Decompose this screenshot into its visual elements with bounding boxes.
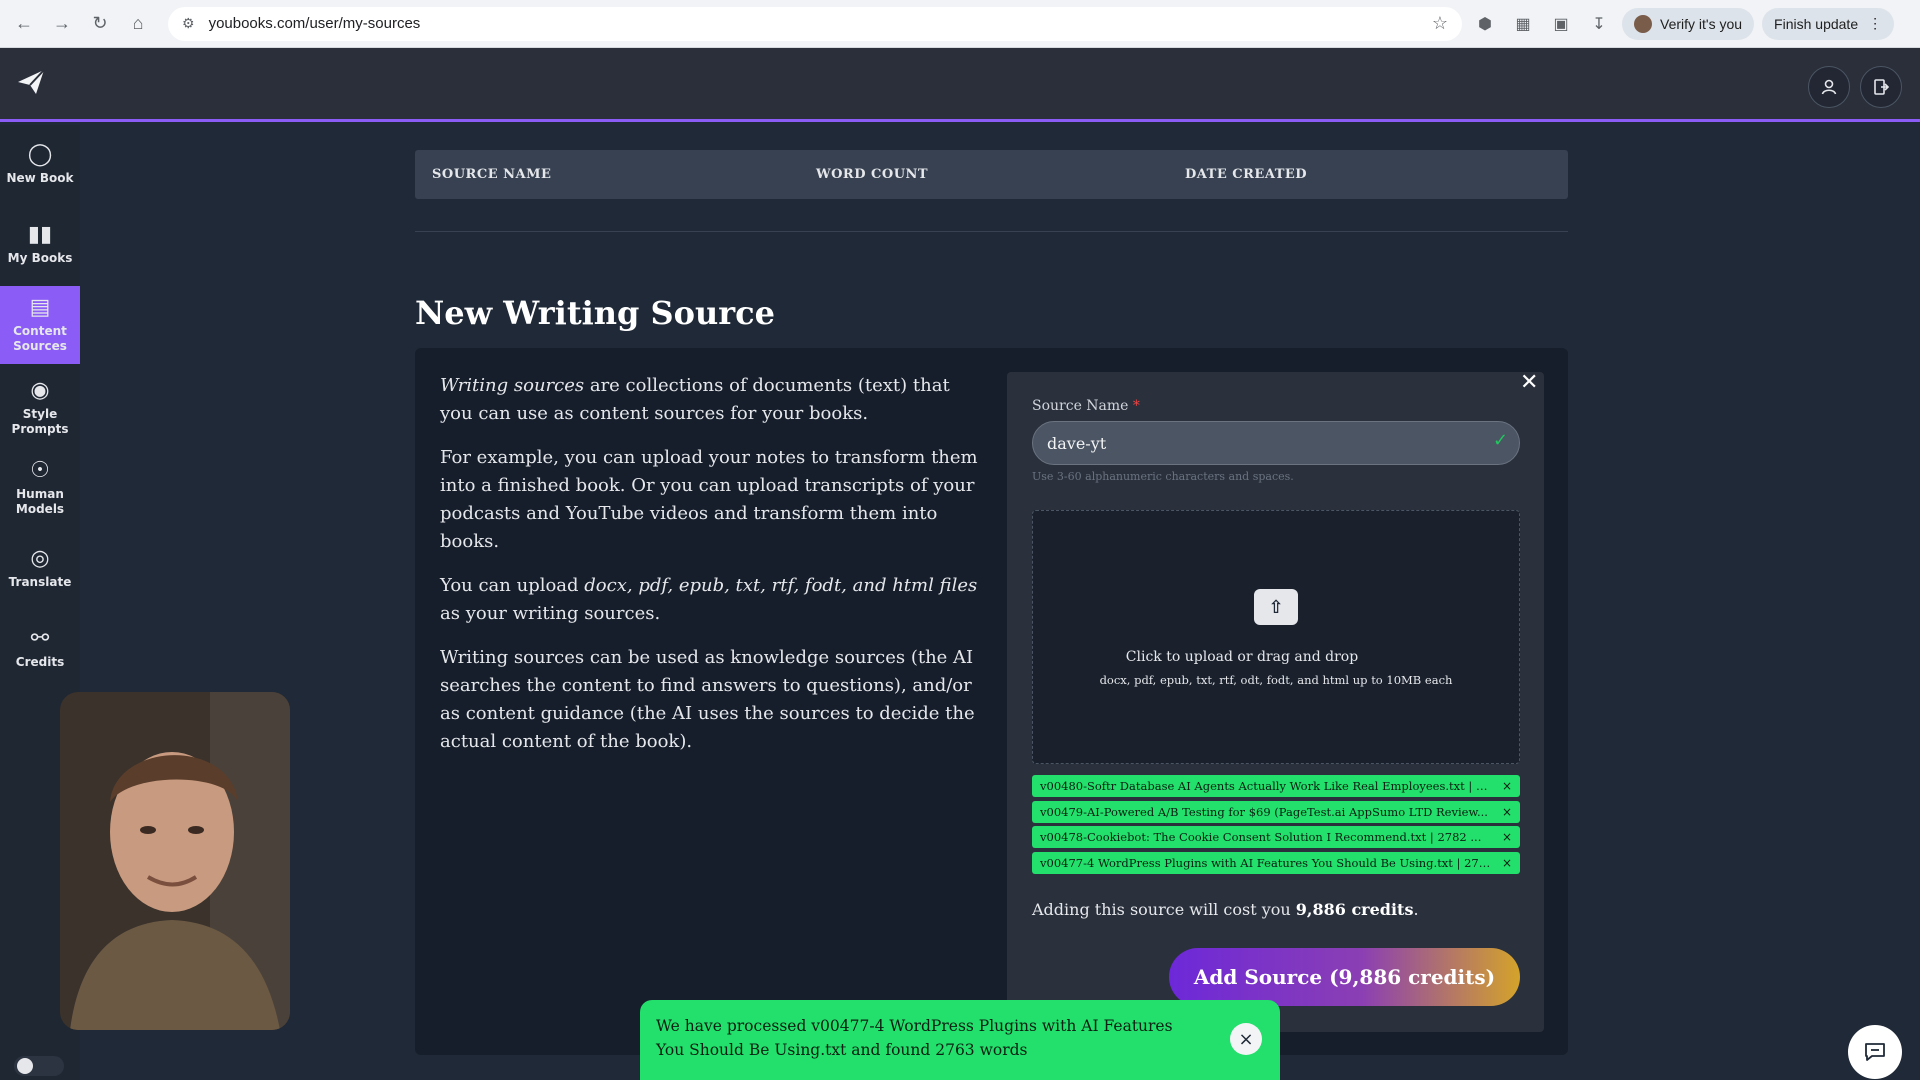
presenter-video (60, 692, 290, 1030)
uploaded-file-chip: v00479-AI-Powered A/B Testing for $69 (P… (1032, 801, 1520, 823)
divider (415, 231, 1568, 232)
add-source-button[interactable]: Add Source (9,886 credits) (1169, 948, 1520, 1006)
file-name: v00477-4 WordPress Plugins with AI Featu… (1040, 856, 1498, 870)
download-icon[interactable]: ↧ (1584, 9, 1614, 39)
remove-file-icon[interactable]: × (1502, 801, 1512, 823)
source-name-input[interactable] (1032, 421, 1520, 465)
file-name: v00480-Softr Database AI Agents Actually… (1040, 779, 1495, 793)
more-vert-icon: ⋮ (1868, 15, 1883, 31)
cost-amount: 9,886 credits (1295, 900, 1414, 919)
extension-icon[interactable]: ⬢ (1470, 9, 1500, 39)
reload-icon[interactable]: ↻ (84, 8, 116, 40)
finish-update-label: Finish update (1774, 15, 1859, 32)
sidebar-item-style-prompts[interactable]: ◉ Style Prompts (0, 369, 80, 447)
chat-button[interactable] (1848, 1025, 1902, 1079)
remove-file-icon[interactable]: × (1502, 852, 1512, 874)
profile-button[interactable] (1808, 66, 1850, 108)
description-paragraph: You can upload docx, pdf, epub, txt, rtf… (440, 572, 980, 628)
sidebar-item-content-sources[interactable]: ▤ Content Sources (0, 286, 80, 364)
cost-text: Adding this source will cost you (1032, 900, 1296, 919)
url-text: youbooks.com/user/my-sources (208, 15, 421, 32)
emphasis-text: docx, pdf, epub, txt, rtf, fodt, and htm… (584, 575, 978, 596)
file-name: v00478-Cookiebot: The Cookie Consent Sol… (1040, 830, 1482, 844)
processing-toast: We have processed v00477-4 WordPress Plu… (640, 1000, 1280, 1080)
uploaded-file-chip: v00480-Softr Database AI Agents Actually… (1032, 775, 1520, 797)
description-paragraph: For example, you can upload your notes t… (440, 447, 978, 552)
remove-file-icon[interactable]: × (1502, 826, 1512, 848)
palette-icon: ◉ (30, 378, 50, 403)
finish-update-button[interactable]: Finish update ⋮ (1762, 7, 1895, 40)
sidebar-item-human-models[interactable]: ☉ Human Models (0, 449, 80, 527)
source-name-hint: Use 3-60 alphanumeric characters and spa… (1032, 470, 1294, 483)
bookmark-star-icon[interactable]: ☆ (1432, 13, 1448, 34)
address-bar[interactable]: ⚙ youbooks.com/user/my-sources ☆ (168, 6, 1462, 41)
description: Writing sources are collections of docum… (440, 372, 980, 772)
verify-label: Verify it's you (1660, 15, 1743, 32)
sidebar-item-label: Style Prompts (11, 407, 69, 436)
file-name: v00479-AI-Powered A/B Testing for $69 (P… (1040, 805, 1488, 819)
archive-box-icon: ▤ (29, 295, 51, 320)
verify-profile-button[interactable]: Verify it's you (1622, 7, 1755, 40)
column-header-source-name[interactable]: SOURCE NAME (432, 167, 551, 182)
column-header-word-count[interactable]: WORD COUNT (816, 167, 928, 182)
sources-table-header: SOURCE NAME WORD COUNT DATE CREATED (415, 150, 1568, 199)
theme-toggle[interactable] (14, 1056, 64, 1076)
description-paragraph: Writing sources are collections of docum… (440, 372, 980, 428)
description-paragraph: Writing sources can be used as knowledge… (440, 647, 975, 752)
check-icon: ✓ (1493, 430, 1509, 451)
sidebar-item-credits[interactable]: ⚯ Credits (0, 609, 80, 687)
puzzle-extensions-icon[interactable]: ▦ (1508, 9, 1538, 39)
sidebar-item-label: Translate (8, 574, 72, 589)
emphasis-text: Writing sources (440, 375, 585, 396)
cost-note: Adding this source will cost you 9,886 c… (1032, 900, 1419, 919)
sidebar-item-label: Human Models (15, 487, 65, 516)
sidebar-item-my-books[interactable]: ▮▮ My Books (0, 205, 80, 283)
sidebar-item-label: My Books (7, 250, 73, 265)
cost-text: . (1413, 900, 1419, 919)
sidebar-item-translate[interactable]: ◎ Translate (0, 529, 80, 607)
piggy-bank-icon: ⚯ (30, 625, 50, 651)
close-icon[interactable]: ✕ (1520, 370, 1538, 395)
forward-icon[interactable]: → (46, 8, 78, 40)
upload-subtitle: docx, pdf, epub, txt, rtf, odt, fodt, an… (1099, 673, 1453, 687)
sidebar-item-label: Credits (15, 654, 65, 669)
paragraph-text: as your writing sources. (440, 603, 661, 624)
paper-plane-logo-icon[interactable] (16, 68, 46, 96)
upload-icon[interactable]: ⇧ (1254, 589, 1298, 625)
logout-icon (1874, 79, 1890, 95)
user-icon (1821, 79, 1837, 95)
page-title: New Writing Source (415, 294, 775, 332)
upload-dropzone[interactable] (1032, 510, 1520, 764)
column-header-date-created[interactable]: DATE CREATED (1185, 167, 1307, 182)
label-text: Source Name (1032, 398, 1129, 414)
globe-icon: ◎ (30, 545, 50, 571)
app-header (0, 48, 1920, 122)
uploaded-file-chip: v00477-4 WordPress Plugins with AI Featu… (1032, 852, 1520, 874)
head-brain-icon: ☉ (30, 458, 50, 483)
books-icon: ▮▮ (27, 221, 53, 247)
toast-close-icon[interactable]: × (1230, 1023, 1262, 1055)
paragraph-text: You can upload (440, 575, 585, 596)
home-icon[interactable]: ⌂ (122, 8, 154, 40)
sidebar-item-label: New Book (6, 170, 74, 185)
uploaded-file-chip: v00478-Cookiebot: The Cookie Consent Sol… (1032, 826, 1520, 848)
remove-file-icon[interactable]: × (1502, 775, 1512, 797)
sidebar-item-label: Content Sources (13, 324, 67, 353)
logout-button[interactable] (1860, 66, 1902, 108)
site-settings-icon[interactable]: ⚙ (182, 15, 195, 32)
upload-title: Click to upload or drag and drop (1125, 649, 1359, 665)
chat-icon (1865, 1043, 1885, 1061)
moon-icon (17, 1058, 33, 1074)
avatar (1634, 14, 1652, 33)
webcam-overlay (60, 692, 290, 1030)
source-name-label: Source Name * (1032, 398, 1140, 414)
browser-toolbar: ← → ↻ ⌂ ⚙ youbooks.com/user/my-sources ☆… (0, 0, 1920, 48)
toast-message: We have processed v00477-4 WordPress Plu… (656, 1017, 1173, 1059)
sidebar-item-new-book[interactable]: ◯ New Book (0, 125, 80, 203)
cast-icon[interactable]: ▣ (1546, 9, 1576, 39)
required-mark: * (1132, 398, 1140, 414)
lightbulb-icon: ◯ (27, 141, 53, 167)
back-icon[interactable]: ← (8, 8, 40, 40)
